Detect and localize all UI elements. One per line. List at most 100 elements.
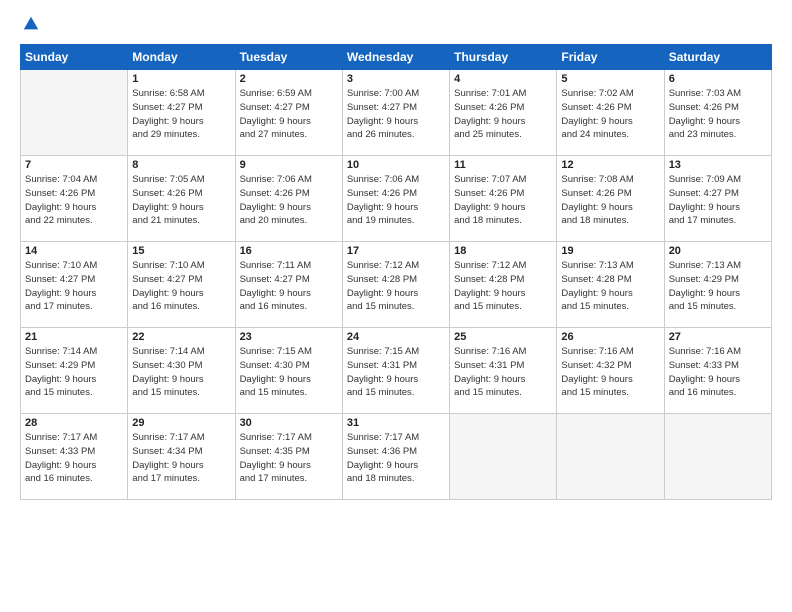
day-number: 1 (132, 73, 230, 85)
calendar-cell: 4 Sunrise: 7:01 AMSunset: 4:26 PMDaylight… (450, 70, 557, 156)
calendar-week-row: 14 Sunrise: 7:10 AMSunset: 4:27 PMDayligh… (21, 242, 772, 328)
calendar-header-cell: Tuesday (235, 45, 342, 70)
day-info: Sunrise: 6:59 AMSunset: 4:27 PMDaylight:… (240, 87, 338, 142)
day-info: Sunrise: 7:15 AMSunset: 4:30 PMDaylight:… (240, 345, 338, 400)
day-info: Sunrise: 7:04 AMSunset: 4:26 PMDaylight:… (25, 173, 123, 228)
day-number: 14 (25, 245, 123, 257)
day-number: 15 (132, 245, 230, 257)
day-info: Sunrise: 7:12 AMSunset: 4:28 PMDaylight:… (454, 259, 552, 314)
calendar-cell: 22 Sunrise: 7:14 AMSunset: 4:30 PMDayligh… (128, 328, 235, 414)
calendar-week-row: 7 Sunrise: 7:04 AMSunset: 4:26 PMDaylight… (21, 156, 772, 242)
calendar-header-cell: Sunday (21, 45, 128, 70)
calendar-body: 1 Sunrise: 6:58 AMSunset: 4:27 PMDaylight… (21, 70, 772, 500)
calendar-cell: 8Sunrise: 7:05 AMSunset: 4:26 PMDaylight… (128, 156, 235, 242)
day-number: 24 (347, 331, 445, 343)
day-number: 18 (454, 245, 552, 257)
calendar-week-row: 1 Sunrise: 6:58 AMSunset: 4:27 PMDaylight… (21, 70, 772, 156)
calendar-cell (557, 414, 664, 500)
calendar-cell: 6 Sunrise: 7:03 AMSunset: 4:26 PMDaylight… (664, 70, 771, 156)
day-info: Sunrise: 7:01 AMSunset: 4:26 PMDaylight:… (454, 87, 552, 142)
calendar-header-cell: Monday (128, 45, 235, 70)
day-info: Sunrise: 7:12 AMSunset: 4:28 PMDaylight:… (347, 259, 445, 314)
day-info: Sunrise: 7:08 AMSunset: 4:26 PMDaylight:… (561, 173, 659, 228)
calendar-header-cell: Friday (557, 45, 664, 70)
day-info: Sunrise: 7:17 AMSunset: 4:35 PMDaylight:… (240, 431, 338, 486)
calendar-cell: 16Sunrise: 7:11 AMSunset: 4:27 PMDayligh… (235, 242, 342, 328)
day-number: 26 (561, 331, 659, 343)
day-info: Sunrise: 7:16 AMSunset: 4:32 PMDaylight:… (561, 345, 659, 400)
day-info: Sunrise: 7:00 AMSunset: 4:27 PMDaylight:… (347, 87, 445, 142)
day-number: 4 (454, 73, 552, 85)
day-info: Sunrise: 7:17 AMSunset: 4:36 PMDaylight:… (347, 431, 445, 486)
day-info: Sunrise: 7:03 AMSunset: 4:26 PMDaylight:… (669, 87, 767, 142)
day-info: Sunrise: 7:14 AMSunset: 4:30 PMDaylight:… (132, 345, 230, 400)
logo-icon (22, 15, 40, 33)
calendar-cell: 20Sunrise: 7:13 AMSunset: 4:29 PMDayligh… (664, 242, 771, 328)
day-number: 21 (25, 331, 123, 343)
calendar-cell: 7 Sunrise: 7:04 AMSunset: 4:26 PMDaylight… (21, 156, 128, 242)
calendar-cell: 9 Sunrise: 7:06 AMSunset: 4:26 PMDaylight… (235, 156, 342, 242)
day-number: 13 (669, 159, 767, 171)
calendar-cell: 18 Sunrise: 7:12 AMSunset: 4:28 PMDayligh… (450, 242, 557, 328)
calendar-table: SundayMondayTuesdayWednesdayThursdayFrid… (20, 44, 772, 500)
calendar-header-cell: Saturday (664, 45, 771, 70)
calendar-cell: 14 Sunrise: 7:10 AMSunset: 4:27 PMDayligh… (21, 242, 128, 328)
calendar-cell: 17 Sunrise: 7:12 AMSunset: 4:28 PMDayligh… (342, 242, 449, 328)
day-info: Sunrise: 7:06 AMSunset: 4:26 PMDaylight:… (240, 173, 338, 228)
day-number: 10 (347, 159, 445, 171)
calendar-cell: 15 Sunrise: 7:10 AMSunset: 4:27 PMDayligh… (128, 242, 235, 328)
day-info: Sunrise: 7:17 AMSunset: 4:34 PMDaylight:… (132, 431, 230, 486)
day-info: Sunrise: 6:58 AMSunset: 4:27 PMDaylight:… (132, 87, 230, 142)
calendar-cell: 3Sunrise: 7:00 AMSunset: 4:27 PMDaylight… (342, 70, 449, 156)
day-number: 27 (669, 331, 767, 343)
calendar-cell: 30 Sunrise: 7:17 AMSunset: 4:35 PMDayligh… (235, 414, 342, 500)
day-number: 23 (240, 331, 338, 343)
calendar-cell (664, 414, 771, 500)
day-number: 17 (347, 245, 445, 257)
day-number: 16 (240, 245, 338, 257)
calendar-cell: 2 Sunrise: 6:59 AMSunset: 4:27 PMDaylight… (235, 70, 342, 156)
calendar-cell: 1 Sunrise: 6:58 AMSunset: 4:27 PMDaylight… (128, 70, 235, 156)
day-number: 28 (25, 417, 123, 429)
day-info: Sunrise: 7:05 AMSunset: 4:26 PMDaylight:… (132, 173, 230, 228)
day-number: 29 (132, 417, 230, 429)
calendar-cell: 28 Sunrise: 7:17 AMSunset: 4:33 PMDayligh… (21, 414, 128, 500)
day-info: Sunrise: 7:02 AMSunset: 4:26 PMDaylight:… (561, 87, 659, 142)
day-info: Sunrise: 7:13 AMSunset: 4:29 PMDaylight:… (669, 259, 767, 314)
calendar-cell: 19Sunrise: 7:13 AMSunset: 4:28 PMDayligh… (557, 242, 664, 328)
day-info: Sunrise: 7:15 AMSunset: 4:31 PMDaylight:… (347, 345, 445, 400)
calendar-cell: 26 Sunrise: 7:16 AMSunset: 4:32 PMDayligh… (557, 328, 664, 414)
day-info: Sunrise: 7:17 AMSunset: 4:33 PMDaylight:… (25, 431, 123, 486)
calendar-cell: 27Sunrise: 7:16 AMSunset: 4:33 PMDayligh… (664, 328, 771, 414)
day-info: Sunrise: 7:07 AMSunset: 4:26 PMDaylight:… (454, 173, 552, 228)
day-info: Sunrise: 7:10 AMSunset: 4:27 PMDaylight:… (25, 259, 123, 314)
calendar-cell: 24 Sunrise: 7:15 AMSunset: 4:31 PMDayligh… (342, 328, 449, 414)
calendar-cell (21, 70, 128, 156)
calendar-cell: 25Sunrise: 7:16 AMSunset: 4:31 PMDayligh… (450, 328, 557, 414)
day-number: 6 (669, 73, 767, 85)
calendar-cell: 21Sunrise: 7:14 AMSunset: 4:29 PMDayligh… (21, 328, 128, 414)
logo (20, 20, 40, 38)
calendar-cell: 10 Sunrise: 7:06 AMSunset: 4:26 PMDayligh… (342, 156, 449, 242)
day-number: 12 (561, 159, 659, 171)
day-info: Sunrise: 7:13 AMSunset: 4:28 PMDaylight:… (561, 259, 659, 314)
calendar-cell: 29 Sunrise: 7:17 AMSunset: 4:34 PMDayligh… (128, 414, 235, 500)
calendar-cell: 23 Sunrise: 7:15 AMSunset: 4:30 PMDayligh… (235, 328, 342, 414)
day-number: 31 (347, 417, 445, 429)
calendar-cell: 13 Sunrise: 7:09 AMSunset: 4:27 PMDayligh… (664, 156, 771, 242)
day-number: 2 (240, 73, 338, 85)
day-number: 9 (240, 159, 338, 171)
calendar-cell (450, 414, 557, 500)
day-info: Sunrise: 7:10 AMSunset: 4:27 PMDaylight:… (132, 259, 230, 314)
day-number: 22 (132, 331, 230, 343)
calendar-header-cell: Thursday (450, 45, 557, 70)
day-number: 30 (240, 417, 338, 429)
day-info: Sunrise: 7:06 AMSunset: 4:26 PMDaylight:… (347, 173, 445, 228)
calendar-cell: 12 Sunrise: 7:08 AMSunset: 4:26 PMDayligh… (557, 156, 664, 242)
day-info: Sunrise: 7:16 AMSunset: 4:31 PMDaylight:… (454, 345, 552, 400)
day-number: 5 (561, 73, 659, 85)
calendar-cell: 11Sunrise: 7:07 AMSunset: 4:26 PMDayligh… (450, 156, 557, 242)
day-number: 7 (25, 159, 123, 171)
calendar-cell: 31 Sunrise: 7:17 AMSunset: 4:36 PMDayligh… (342, 414, 449, 500)
day-info: Sunrise: 7:09 AMSunset: 4:27 PMDaylight:… (669, 173, 767, 228)
